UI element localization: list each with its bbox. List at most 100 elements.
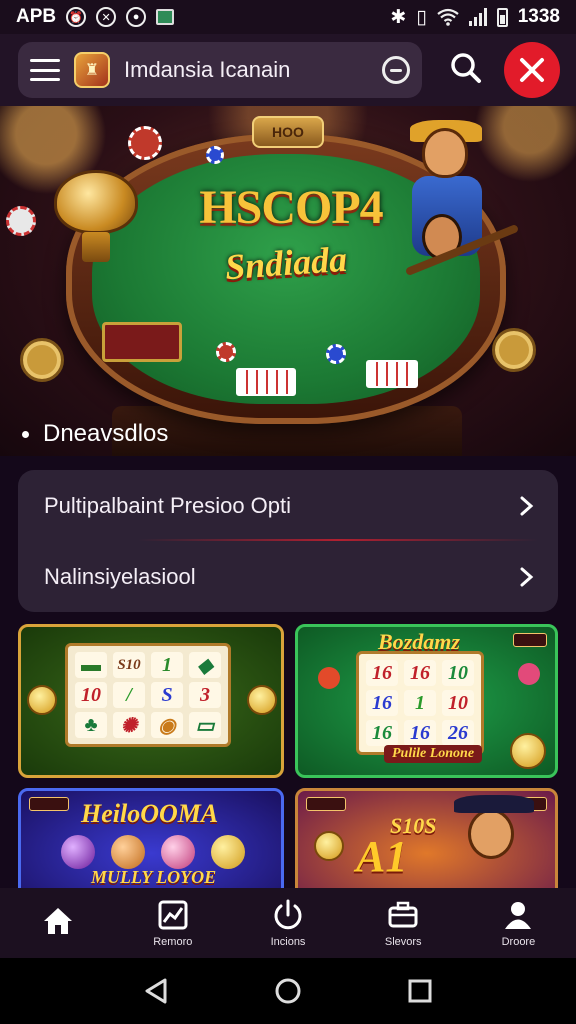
slot-symbol: 1 (404, 690, 436, 716)
wifi-icon (437, 8, 459, 26)
game-tile-1[interactable]: ▬ 10 ♣ S10/✺ 1 S ◉ ◆ 3 ▭ (18, 624, 284, 778)
nav-slevors[interactable]: Slevors (346, 888, 461, 958)
app-bar: ♜ Imdansia Icanain (0, 34, 576, 106)
slot-symbol: 16 (366, 720, 398, 746)
slot-symbol: 1 (151, 652, 183, 678)
game-tile-4[interactable]: S10S A1 (295, 788, 558, 898)
clock-icon[interactable] (382, 56, 410, 84)
menu-item-label: Nalinsiyelasiool (44, 563, 196, 589)
coin-icon (247, 685, 277, 715)
menu-icon[interactable] (30, 59, 60, 81)
notification-icon (156, 9, 175, 25)
orb-icon (211, 835, 245, 869)
coin-icon (27, 685, 57, 715)
back-icon (145, 978, 167, 1004)
nav-remoro[interactable]: Remoro (115, 888, 230, 958)
chip-box-icon (102, 322, 182, 362)
menu-item-label: Pultipalbaint Presioo Opti (44, 492, 292, 518)
menu-item-1[interactable]: Pultipalbaint Presioo Opti (18, 470, 558, 541)
cards-icon (366, 360, 418, 388)
app-title: Imdansia Icanain (124, 57, 291, 82)
nav-incions[interactable]: Incions (230, 888, 345, 958)
nav-label: Remoro (153, 936, 193, 948)
chip-icon (216, 342, 236, 362)
chip-icon (206, 146, 224, 164)
home-system-button[interactable] (268, 971, 308, 1011)
status-left-text: APB (16, 6, 57, 27)
orb-icon (61, 835, 95, 869)
gold-coin-icon (20, 338, 64, 382)
game-tile-2[interactable]: Bozdamz 16 16 16 16 1 16 10 10 26 Pulile Lonon… (295, 624, 558, 778)
game-title: HeiloOOMA (81, 799, 219, 828)
slot-symbol: 10 (75, 682, 107, 708)
fruit-icon (318, 667, 340, 689)
pirate-hat-icon (454, 795, 534, 813)
profile-icon (505, 902, 532, 929)
nav-home[interactable] (0, 888, 115, 958)
slot-symbol: 10 (442, 660, 474, 686)
home-circle-icon (275, 978, 301, 1004)
game-footer: Pulile Lonone (384, 745, 483, 763)
slot-reels: ▬ 10 ♣ S10/✺ 1 S ◉ ◆ 3 ▭ (65, 643, 231, 747)
slot-symbol: 10 (442, 690, 474, 716)
back-button[interactable] (136, 971, 176, 1011)
briefcase-icon (388, 901, 418, 928)
chevron-right-icon (520, 496, 534, 515)
alarm-icon: ⏰ (66, 7, 87, 27)
dnd-icon: ● (126, 7, 147, 27)
slot-symbol: 16 (404, 660, 436, 686)
pirate-character (392, 120, 522, 328)
close-button[interactable] (504, 42, 560, 98)
status-left: APB ⏰ ✕ ● (16, 6, 175, 28)
signal-icon (468, 8, 487, 26)
power-icon (274, 899, 302, 930)
game-subtitle: MULLY LOYOE (91, 867, 217, 887)
hero-title: HSCOP4 (199, 181, 383, 234)
game-tile-3[interactable]: HeiloOOMA MULLY LOYOE (18, 788, 284, 898)
battery-icon (496, 7, 508, 27)
game-tag (29, 797, 69, 811)
slot-reels: 16 16 16 16 1 16 10 10 26 (356, 651, 484, 755)
search-icon (451, 53, 481, 83)
game-tag (513, 633, 547, 647)
coin-icon (314, 831, 344, 861)
game-tag (306, 797, 346, 811)
gold-coin-icon (492, 328, 536, 372)
status-bar: APB ⏰ ✕ ● ✱ ▯ 1338 (0, 0, 576, 34)
game-big-text: A1 (356, 832, 408, 881)
pirate-character (468, 809, 514, 859)
bottom-nav: Remoro Incions Slevors Droore (0, 888, 576, 958)
app-title-pill[interactable]: ♜ Imdansia Icanain (18, 42, 422, 98)
status-time: 1338 (517, 6, 560, 27)
slot-symbol: S (151, 682, 183, 708)
fruit-icon (518, 663, 540, 685)
menu-card: Pultipalbaint Presioo Opti Nalinsiyelasi… (18, 470, 558, 612)
home-icon (43, 908, 72, 934)
status-right: ✱ ▯ 1338 (390, 6, 560, 29)
slot-symbol: 16 (366, 690, 398, 716)
recents-button[interactable] (400, 971, 440, 1011)
slot-symbol: 3 (189, 682, 221, 708)
chip-icon (128, 126, 162, 160)
system-nav (0, 958, 576, 1024)
slot-symbol: 16 (404, 720, 436, 746)
recents-icon (408, 979, 432, 1003)
chevron-right-icon (520, 567, 534, 586)
nav-droore[interactable]: Droore (461, 888, 576, 958)
section-header: Dneavsdlos (22, 420, 168, 448)
hero-banner[interactable]: HOO HSCOP4 Sndiada (0, 106, 576, 456)
chart-icon (158, 900, 188, 930)
section-title: Dneavsdlos (43, 420, 169, 447)
table-plaque: HOO (252, 116, 324, 148)
gold-pot-icon (46, 146, 142, 266)
timer-icon: ✕ (96, 7, 117, 27)
nav-label: Incions (270, 936, 306, 948)
slot-symbol: S10 (113, 652, 145, 678)
app-logo-icon: ♜ (74, 52, 110, 88)
search-button[interactable] (446, 48, 486, 88)
menu-item-2[interactable]: Nalinsiyelasiool (18, 541, 558, 612)
nav-label: Droore (501, 936, 536, 948)
chip-icon (6, 206, 36, 236)
coin-icon (510, 733, 546, 769)
vibrate-icon: ▯ (416, 6, 427, 28)
